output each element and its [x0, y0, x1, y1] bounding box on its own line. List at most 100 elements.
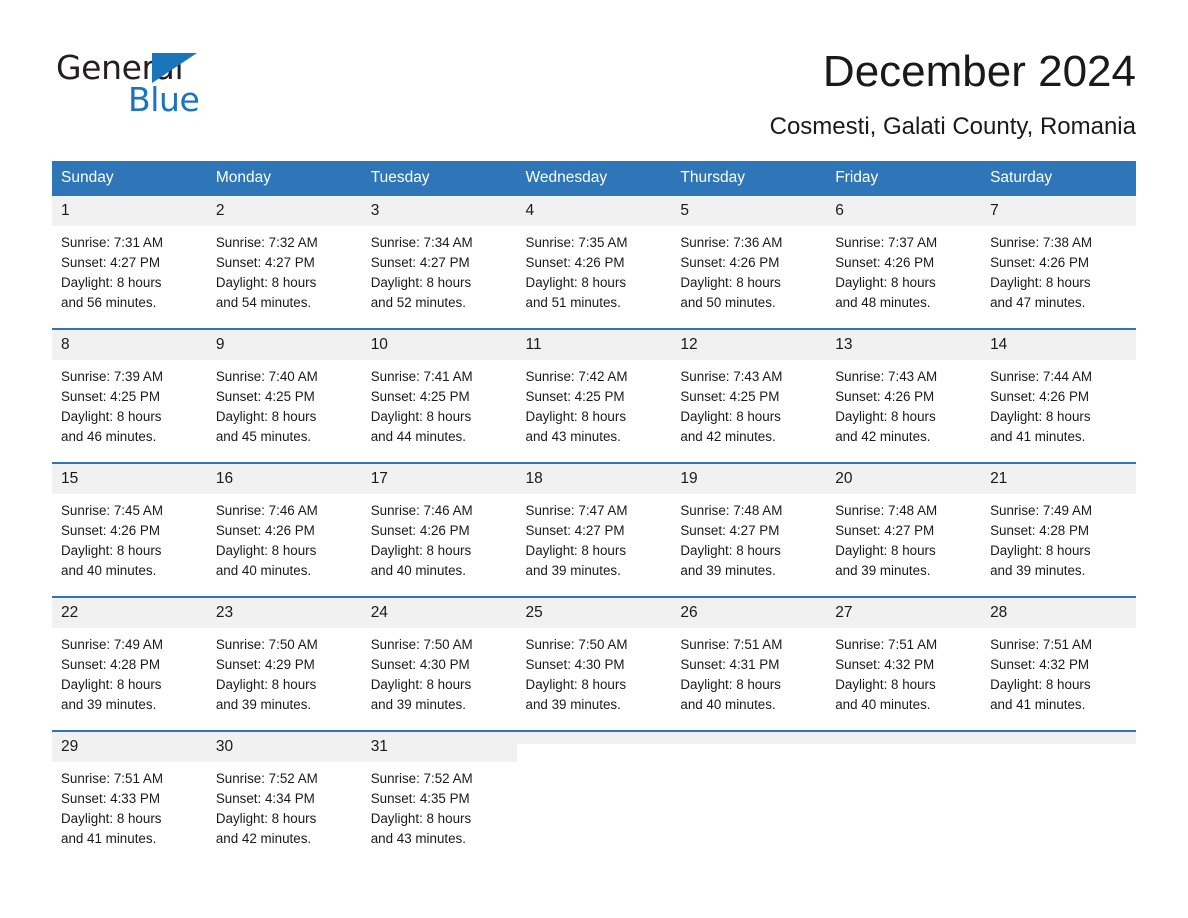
sunrise-text: Sunrise: 7:51 AM — [835, 637, 938, 652]
day-details: Sunrise: 7:49 AM Sunset: 4:28 PM Daylight:… — [981, 494, 1136, 581]
day-details: Sunrise: 7:41 AM Sunset: 4:25 PM Daylight:… — [362, 360, 517, 447]
week-spacer — [52, 582, 1136, 597]
calendar-body: 1 Sunrise: 7:31 AM Sunset: 4:27 PM Daylight… — [52, 196, 1136, 850]
logo-text-blue: Blue — [128, 80, 200, 119]
sunrise-text: Sunrise: 7:46 AM — [215, 503, 318, 518]
day-cell[interactable]: 7 Sunrise: 7:38 AM Sunset: 4:26 PM Daylight… — [981, 196, 1136, 314]
day-cell-empty — [826, 730, 982, 850]
daylight-text-line1: Daylight: 8 hours — [835, 275, 936, 290]
sunset-text: Sunset: 4:32 PM — [990, 657, 1090, 672]
day-cell[interactable]: 14 Sunrise: 7:44 AM Sunset: 4:26 PM Dayligh… — [981, 328, 1136, 448]
day-cell[interactable]: 23 Sunrise: 7:50 AM Sunset: 4:29 PM Dayligh… — [206, 596, 362, 716]
daylight-text-line2: and 44 minutes. — [370, 429, 466, 444]
day-details: Sunrise: 7:36 AM Sunset: 4:26 PM Daylight:… — [671, 226, 826, 313]
day-cell[interactable]: 17 Sunrise: 7:46 AM Sunset: 4:26 PM Dayligh… — [361, 462, 517, 582]
daylight-text-line1: Daylight: 8 hours — [835, 543, 936, 558]
sunrise-text: Sunrise: 7:50 AM — [370, 637, 473, 652]
daylight-text-line2: and 52 minutes. — [370, 295, 466, 310]
day-cell[interactable]: 3 Sunrise: 7:34 AM Sunset: 4:27 PM Daylight… — [361, 196, 517, 314]
daylight-text-line1: Daylight: 8 hours — [370, 409, 472, 424]
day-number: 28 — [981, 598, 1136, 628]
day-cell[interactable]: 19 Sunrise: 7:48 AM Sunset: 4:27 PM Dayligh… — [671, 462, 827, 582]
daylight-text-line2: and 39 minutes. — [680, 563, 776, 578]
day-cell[interactable]: 2 Sunrise: 7:32 AM Sunset: 4:27 PM Daylight… — [206, 196, 362, 314]
daylight-text-line1: Daylight: 8 hours — [990, 543, 1091, 558]
daylight-text-line2: and 42 minutes. — [215, 831, 312, 846]
day-details: Sunrise: 7:38 AM Sunset: 4:26 PM Daylight:… — [981, 226, 1136, 313]
sunset-text: Sunset: 4:34 PM — [215, 791, 315, 806]
day-cell[interactable]: 6 Sunrise: 7:37 AM Sunset: 4:26 PM Daylight… — [826, 196, 982, 314]
weekday-header-friday: Friday — [826, 161, 982, 196]
daylight-text-line2: and 40 minutes. — [215, 563, 312, 578]
generalblue-logo[interactable]: General Blue — [56, 44, 236, 119]
day-cell[interactable]: 8 Sunrise: 7:39 AM Sunset: 4:25 PM Daylight… — [52, 328, 207, 448]
day-number: 21 — [981, 464, 1136, 494]
sunrise-text: Sunrise: 7:42 AM — [525, 369, 628, 384]
sunrise-text: Sunrise: 7:35 AM — [525, 235, 628, 250]
day-cell[interactable]: 31 Sunrise: 7:52 AM Sunset: 4:35 PM Dayligh… — [361, 730, 517, 850]
day-number: 14 — [981, 330, 1136, 360]
day-number: 6 — [826, 196, 982, 226]
sunrise-text: Sunrise: 7:51 AM — [61, 771, 163, 786]
sunset-text: Sunset: 4:25 PM — [61, 389, 160, 404]
daylight-text-line2: and 48 minutes. — [835, 295, 931, 310]
day-number: 27 — [826, 598, 982, 628]
day-details: Sunrise: 7:46 AM Sunset: 4:26 PM Daylight:… — [362, 494, 517, 581]
day-cell[interactable]: 9 Sunrise: 7:40 AM Sunset: 4:25 PM Daylight… — [206, 328, 362, 448]
day-cell[interactable]: 22 Sunrise: 7:49 AM Sunset: 4:28 PM Dayligh… — [52, 596, 207, 716]
day-cell[interactable]: 15 Sunrise: 7:45 AM Sunset: 4:26 PM Dayligh… — [52, 462, 207, 582]
sunrise-text: Sunrise: 7:44 AM — [990, 369, 1093, 384]
day-cell[interactable]: 16 Sunrise: 7:46 AM Sunset: 4:26 PM Dayligh… — [206, 462, 362, 582]
daylight-text-line1: Daylight: 8 hours — [215, 275, 317, 290]
day-cell[interactable]: 30 Sunrise: 7:52 AM Sunset: 4:34 PM Dayligh… — [206, 730, 362, 850]
day-cell[interactable]: 26 Sunrise: 7:51 AM Sunset: 4:31 PM Dayligh… — [671, 596, 827, 716]
day-number: 1 — [52, 196, 207, 226]
day-cell[interactable]: 24 Sunrise: 7:50 AM Sunset: 4:30 PM Dayligh… — [361, 596, 517, 716]
sunrise-text: Sunrise: 7:47 AM — [525, 503, 628, 518]
day-number: 25 — [516, 598, 672, 628]
sunset-text: Sunset: 4:26 PM — [835, 255, 935, 270]
day-cell[interactable]: 21 Sunrise: 7:49 AM Sunset: 4:28 PM Dayligh… — [981, 462, 1136, 582]
day-cell[interactable]: 4 Sunrise: 7:35 AM Sunset: 4:26 PM Daylight… — [516, 196, 672, 314]
daylight-text-line2: and 39 minutes. — [835, 563, 931, 578]
day-number: 23 — [206, 598, 362, 628]
day-details: Sunrise: 7:32 AM Sunset: 4:27 PM Daylight:… — [207, 226, 362, 313]
daylight-text-line2: and 43 minutes. — [525, 429, 621, 444]
day-details: Sunrise: 7:44 AM Sunset: 4:26 PM Daylight:… — [981, 360, 1136, 447]
day-cell[interactable]: 5 Sunrise: 7:36 AM Sunset: 4:26 PM Daylight… — [671, 196, 827, 314]
day-cell[interactable]: 27 Sunrise: 7:51 AM Sunset: 4:32 PM Dayligh… — [826, 596, 982, 716]
daylight-text-line1: Daylight: 8 hours — [525, 543, 627, 558]
day-cell[interactable]: 18 Sunrise: 7:47 AM Sunset: 4:27 PM Dayligh… — [516, 462, 672, 582]
day-cell[interactable]: 13 Sunrise: 7:43 AM Sunset: 4:26 PM Dayligh… — [826, 328, 982, 448]
day-cell[interactable]: 20 Sunrise: 7:48 AM Sunset: 4:27 PM Dayligh… — [826, 462, 982, 582]
daylight-text-line1: Daylight: 8 hours — [370, 677, 472, 692]
day-cell[interactable]: 10 Sunrise: 7:41 AM Sunset: 4:25 PM Dayligh… — [361, 328, 517, 448]
day-number: 7 — [981, 196, 1136, 226]
daylight-text-line2: and 46 minutes. — [61, 429, 157, 444]
sunrise-text: Sunrise: 7:51 AM — [990, 637, 1093, 652]
day-number: 16 — [206, 464, 362, 494]
day-cell[interactable]: 11 Sunrise: 7:42 AM Sunset: 4:25 PM Dayligh… — [516, 328, 672, 448]
day-number: 12 — [671, 330, 827, 360]
sunrise-text: Sunrise: 7:50 AM — [215, 637, 318, 652]
day-cell[interactable]: 12 Sunrise: 7:43 AM Sunset: 4:25 PM Dayligh… — [671, 328, 827, 448]
day-number: 31 — [361, 732, 517, 762]
sunset-text: Sunset: 4:26 PM — [61, 523, 160, 538]
day-cell[interactable]: 29 Sunrise: 7:51 AM Sunset: 4:33 PM Dayligh… — [52, 730, 207, 850]
week-row: 1 Sunrise: 7:31 AM Sunset: 4:27 PM Daylight… — [52, 196, 1136, 314]
week-row: 29 Sunrise: 7:51 AM Sunset: 4:33 PM Dayligh… — [52, 730, 1136, 850]
daylight-text-line2: and 43 minutes. — [370, 831, 466, 846]
day-number: 19 — [671, 464, 827, 494]
sunrise-text: Sunrise: 7:40 AM — [215, 369, 318, 384]
day-details: Sunrise: 7:42 AM Sunset: 4:25 PM Daylight:… — [517, 360, 672, 447]
sunrise-text: Sunrise: 7:31 AM — [61, 235, 163, 250]
sunset-text: Sunset: 4:35 PM — [370, 791, 470, 806]
day-cell[interactable]: 28 Sunrise: 7:51 AM Sunset: 4:32 PM Dayligh… — [981, 596, 1136, 716]
sunrise-text: Sunrise: 7:39 AM — [61, 369, 163, 384]
day-number: 15 — [52, 464, 207, 494]
sunrise-text: Sunrise: 7:41 AM — [370, 369, 473, 384]
day-cell[interactable]: 1 Sunrise: 7:31 AM Sunset: 4:27 PM Daylight… — [52, 196, 207, 314]
day-details: Sunrise: 7:46 AM Sunset: 4:26 PM Daylight:… — [207, 494, 362, 581]
day-cell[interactable]: 25 Sunrise: 7:50 AM Sunset: 4:30 PM Dayligh… — [516, 596, 672, 716]
sunrise-text: Sunrise: 7:37 AM — [835, 235, 938, 250]
